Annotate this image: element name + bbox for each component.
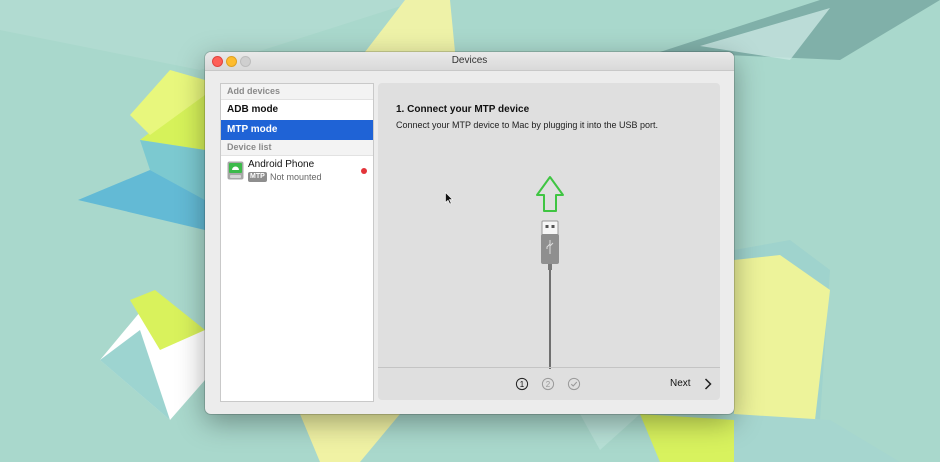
footer-divider (378, 367, 720, 368)
usb-cable-icon (536, 176, 564, 369)
status-indicator-dot (361, 168, 367, 174)
content-panel: 1. Connect your MTP device Connect your … (378, 83, 720, 400)
step-title: 1. Connect your MTP device (396, 104, 530, 115)
device-name: Android Phone (248, 159, 315, 170)
add-devices-header: Add devices (221, 84, 373, 100)
sidebar-item-mtp-mode[interactable]: MTP mode (221, 120, 373, 140)
up-arrow-icon (536, 176, 564, 212)
device-list-header: Device list (221, 140, 373, 156)
window-title: Devices (451, 55, 488, 66)
device-type-badge: MTP (248, 172, 267, 182)
next-label: Next (670, 378, 691, 389)
sidebar-item-adb-mode[interactable]: ADB mode (221, 100, 373, 120)
svg-text:2: 2 (546, 380, 551, 389)
step-description: Connect your MTP device to Mac by pluggi… (396, 120, 658, 130)
step-1-indicator: 1 (515, 377, 529, 391)
chevron-right-icon (704, 378, 712, 390)
title-bar[interactable]: Devices (205, 52, 734, 71)
sidebar: Add devices ADB mode MTP mode Device lis… (220, 83, 374, 402)
device-item-android-phone[interactable]: Android Phone MTP Not mounted (221, 156, 373, 186)
mouse-pointer-icon (445, 192, 453, 205)
step-2-indicator: 2 (541, 377, 555, 391)
device-status: Not mounted (270, 172, 322, 182)
android-phone-icon (227, 161, 244, 180)
devices-window: Devices Add devices ADB mode MTP mode De… (205, 52, 734, 414)
svg-text:1: 1 (520, 380, 525, 389)
checkmark-circle-icon (567, 377, 581, 391)
